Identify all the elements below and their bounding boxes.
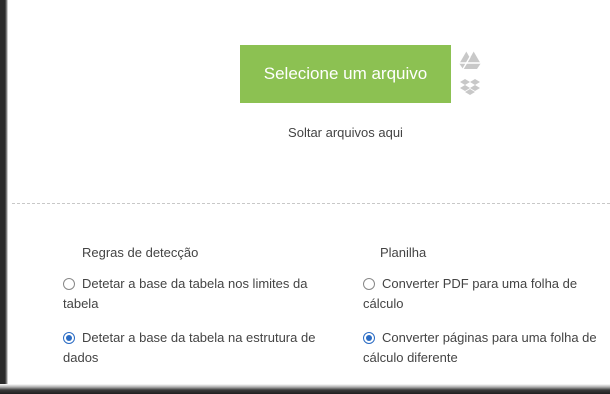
radio-button[interactable] <box>63 278 75 290</box>
section-divider <box>12 203 610 204</box>
select-file-button[interactable]: Selecione um arquivo <box>240 45 451 103</box>
option-label: Converter PDF para uma folha de cálculo <box>363 276 578 311</box>
dropbox-icon[interactable] <box>459 79 481 97</box>
option-label: Converter páginas para uma folha de cálc… <box>363 330 597 365</box>
spreadsheet-title: Planilha <box>380 245 427 260</box>
detection-rules-title: Regras de detecção <box>82 245 199 260</box>
radio-button[interactable] <box>363 278 375 290</box>
convert-pdf-single-sheet-option[interactable]: Converter PDF para uma folha de cálculo <box>363 274 608 314</box>
convert-pages-separate-sheets-option[interactable]: Converter páginas para uma folha de cálc… <box>363 328 608 368</box>
detect-data-structure-option[interactable]: Detetar a base da tabela na estrutura de… <box>63 328 333 368</box>
detect-table-limits-option[interactable]: Detetar a base da tabela nos limites da … <box>63 274 333 314</box>
drop-zone-text: Soltar arquivos aqui <box>288 125 403 140</box>
option-label: Detetar a base da tabela na estrutura de… <box>63 330 316 365</box>
option-label: Detetar a base da tabela nos limites da … <box>63 276 308 311</box>
google-drive-icon[interactable] <box>458 50 482 70</box>
radio-button-selected[interactable] <box>363 332 375 344</box>
radio-button-selected[interactable] <box>63 332 75 344</box>
window-bottom-edge <box>0 384 610 394</box>
conversion-options-panel: Selecione um arquivo Soltar arquivos aqu… <box>0 0 610 394</box>
window-left-edge <box>0 0 8 394</box>
